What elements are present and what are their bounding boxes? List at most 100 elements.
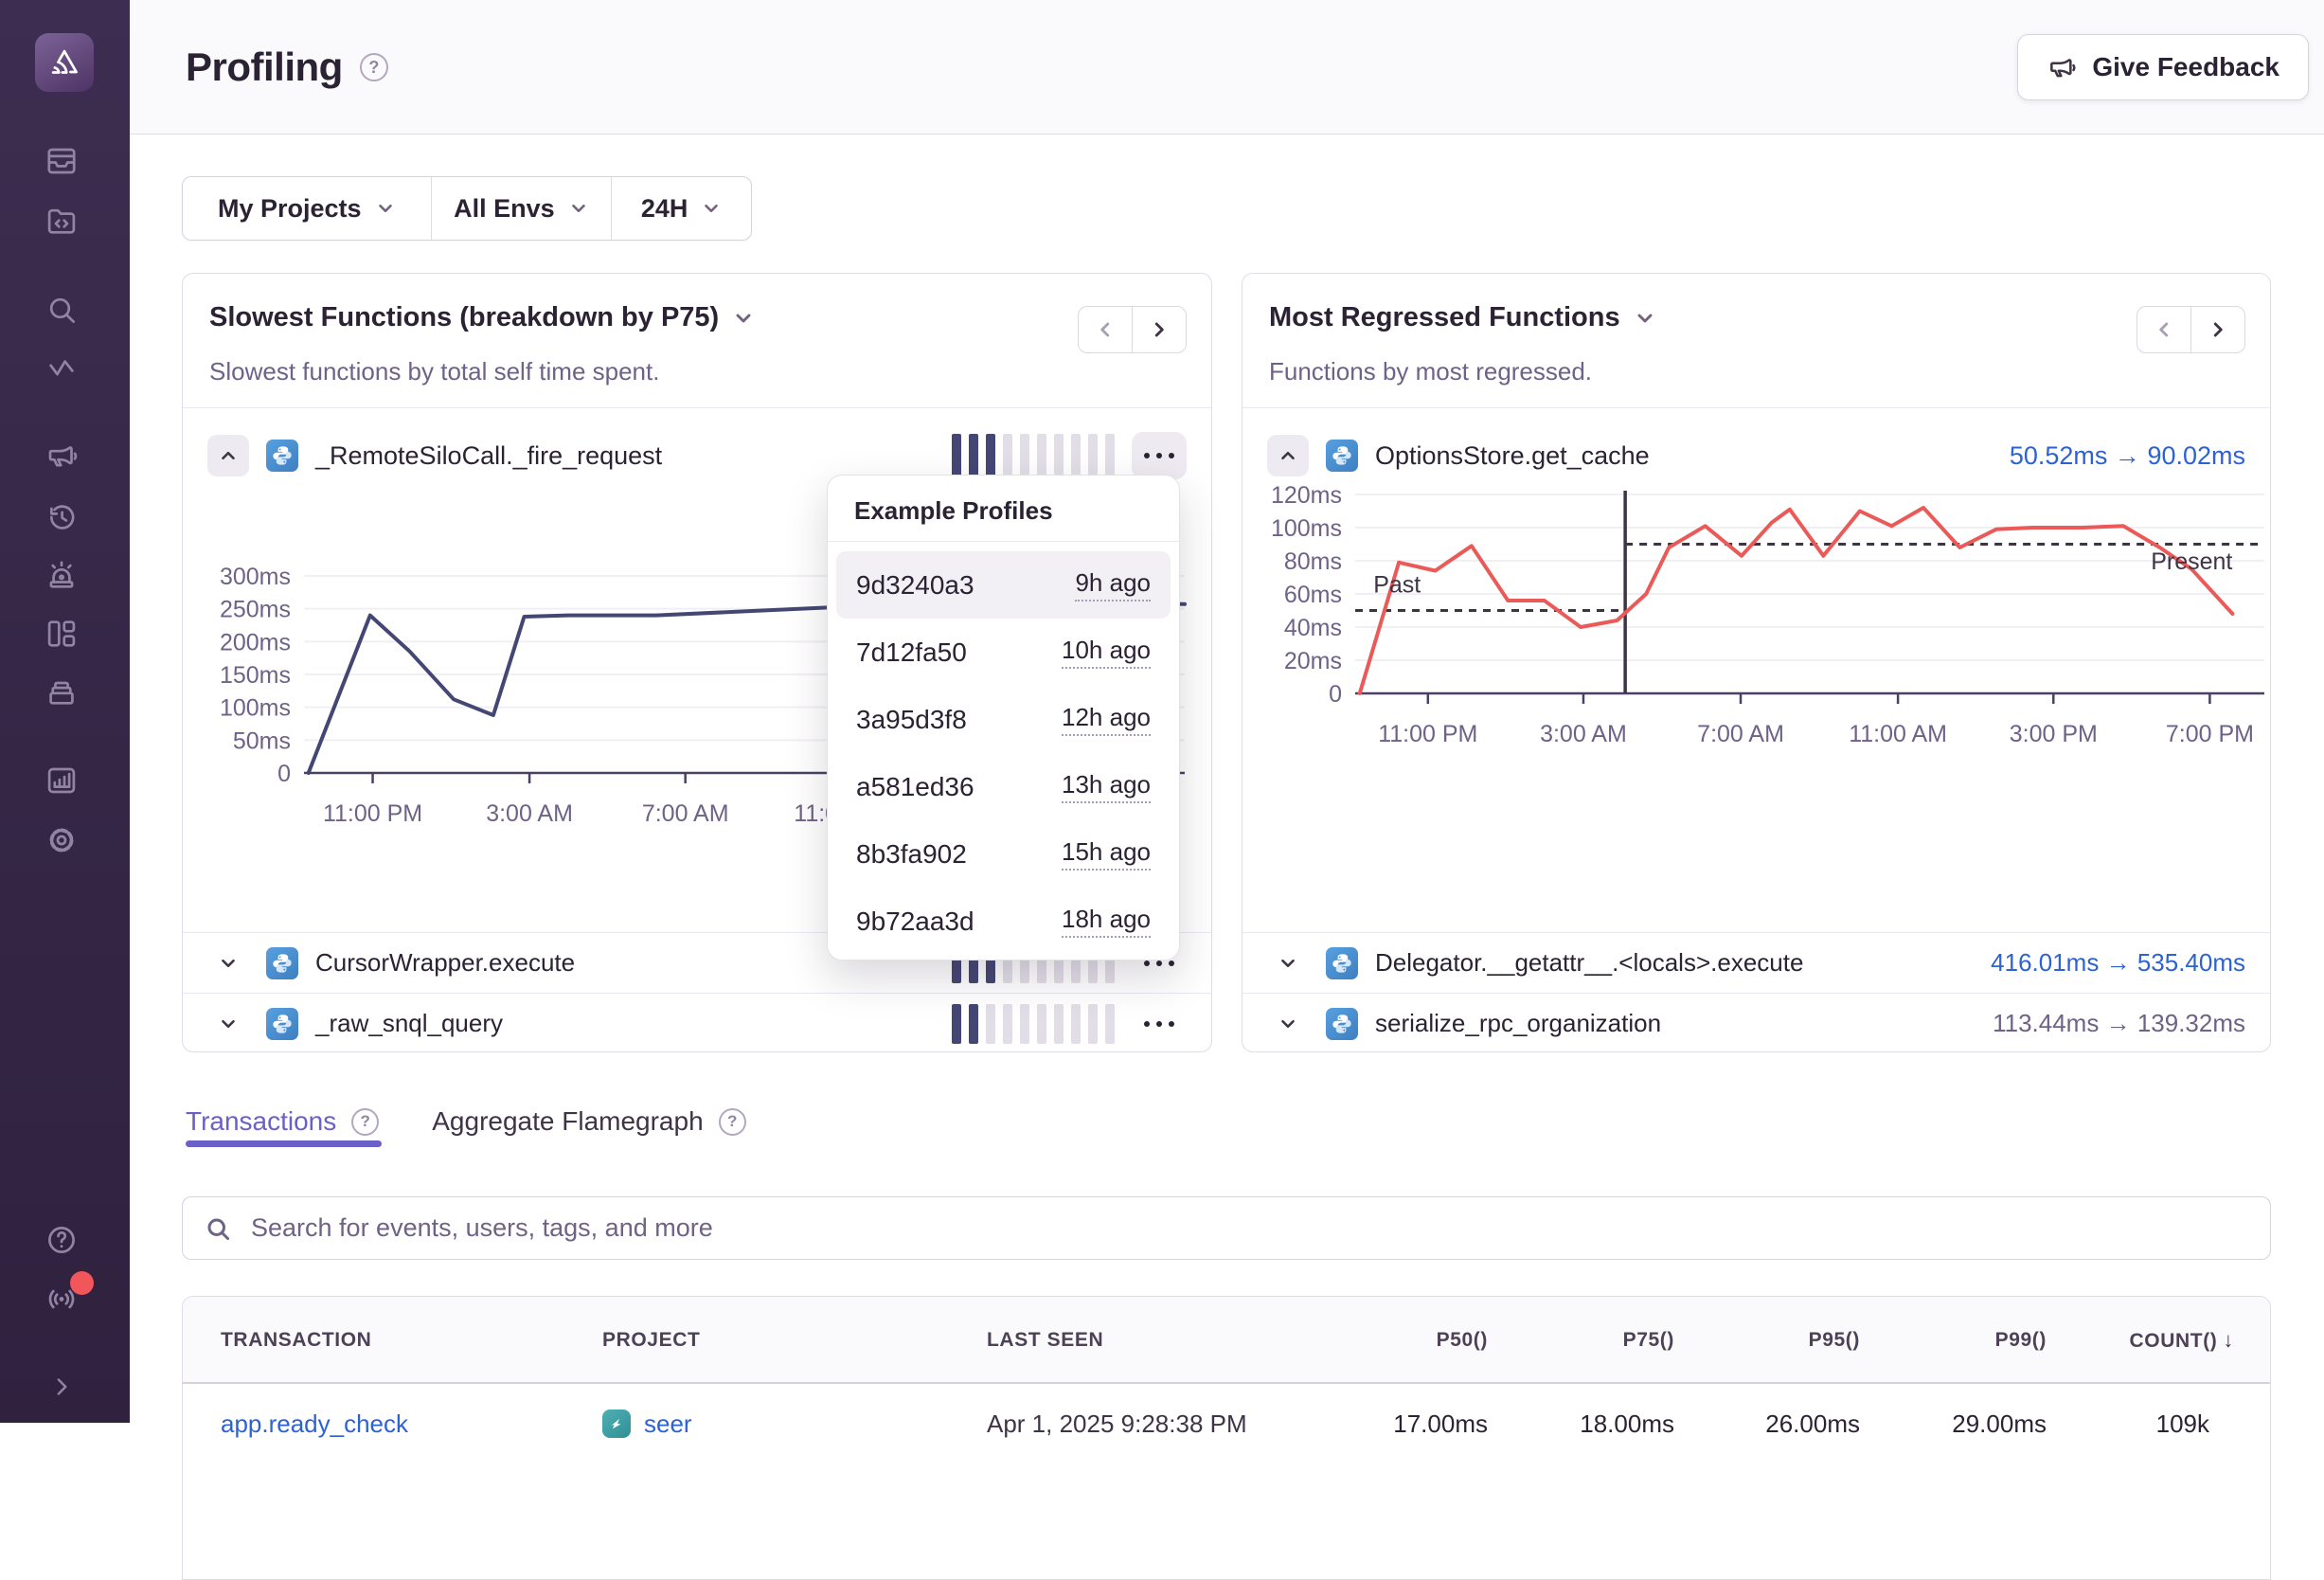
profile-list-item[interactable]: 7d12fa50 10h ago xyxy=(836,619,1171,686)
column-header-p75[interactable]: P75() xyxy=(1504,1297,1674,1384)
column-header-last-seen[interactable]: LAST SEEN xyxy=(987,1297,1103,1384)
column-header-transaction[interactable]: TRANSACTION xyxy=(221,1297,371,1384)
svg-text:11:00 PM: 11:00 PM xyxy=(1378,721,1477,747)
svg-text:200ms: 200ms xyxy=(221,629,291,655)
svg-text:300ms: 300ms xyxy=(221,564,291,590)
most-regressed-title-dropdown[interactable]: Most Regressed Functions xyxy=(1269,302,1656,333)
regression-values[interactable]: 416.01ms → 535.40ms xyxy=(1991,948,2245,978)
profile-age[interactable]: 9h ago xyxy=(1075,568,1151,601)
project-filter-dropdown[interactable]: My Projects xyxy=(183,177,431,240)
profile-age[interactable]: 13h ago xyxy=(1062,770,1151,803)
panel-title-label: Slowest Functions (breakdown by P75) xyxy=(209,302,719,333)
panel-header: Slowest Functions (breakdown by P75) Slo… xyxy=(183,274,1211,408)
profile-list-item[interactable]: 8b3fa902 15h ago xyxy=(836,820,1171,888)
profile-id-link[interactable]: 8b3fa902 xyxy=(856,839,967,870)
expand-row-button[interactable] xyxy=(207,943,249,984)
sidebar-item-feedback[interactable] xyxy=(41,435,82,476)
sidebar-item-alerts[interactable] xyxy=(41,554,82,596)
date-range-filter-label: 24H xyxy=(641,194,688,224)
svg-text:50ms: 50ms xyxy=(233,727,291,754)
panel-pagination xyxy=(1078,306,1187,353)
slowest-functions-title-dropdown[interactable]: Slowest Functions (breakdown by P75) xyxy=(209,302,755,333)
function-name-link[interactable]: _raw_snql_query xyxy=(315,1009,503,1038)
expand-row-button[interactable] xyxy=(1267,943,1309,984)
svg-text:40ms: 40ms xyxy=(1284,615,1342,641)
svg-text:11:00 AM: 11:00 AM xyxy=(1849,721,1947,747)
profile-age[interactable]: 18h ago xyxy=(1062,905,1151,938)
table-header: TRANSACTION PROJECT LAST SEEN P50() P75(… xyxy=(183,1297,2270,1384)
panel-header: Most Regressed Functions Functions by mo… xyxy=(1242,274,2270,408)
chevron-down-icon xyxy=(701,198,722,219)
sidebar-item-dashboards[interactable] xyxy=(41,613,82,655)
date-range-filter-dropdown[interactable]: 24H xyxy=(611,177,751,240)
chevron-down-icon xyxy=(218,1014,239,1034)
function-sparkbar xyxy=(952,1004,1115,1044)
profile-list-item[interactable]: a581ed36 13h ago xyxy=(836,753,1171,820)
sidebar-collapse-toggle[interactable] xyxy=(41,1366,82,1408)
function-name-link[interactable]: Delegator.__getattr__.<locals>.execute xyxy=(1375,948,1803,978)
transactions-help-icon[interactable]: ? xyxy=(351,1108,379,1136)
profile-id-link[interactable]: a581ed36 xyxy=(856,772,974,802)
sidebar-item-replays[interactable] xyxy=(41,496,82,538)
sidebar-item-releases[interactable] xyxy=(41,671,82,712)
sidebar-item-search[interactable] xyxy=(41,289,82,331)
arrow-glyph: → xyxy=(2106,1009,2131,1037)
last-seen-cell: Apr 1, 2025 9:28:38 PM xyxy=(987,1384,1247,1463)
column-header-p99[interactable]: P99() xyxy=(1876,1297,2047,1384)
transaction-link[interactable]: app.ready_check xyxy=(221,1384,408,1463)
svg-text:80ms: 80ms xyxy=(1284,548,1342,575)
profile-age[interactable]: 12h ago xyxy=(1062,703,1151,736)
tab-aggregate-flamegraph[interactable]: Aggregate Flamegraph ? xyxy=(432,1106,745,1137)
after-value: 139.32ms xyxy=(2137,1009,2245,1037)
transactions-table: TRANSACTION PROJECT LAST SEEN P50() P75(… xyxy=(182,1296,2271,1580)
function-name-link[interactable]: serialize_rpc_organization xyxy=(1375,1009,1661,1038)
column-header-p50[interactable]: P50() xyxy=(1317,1297,1488,1384)
sentry-logo[interactable] xyxy=(35,33,94,92)
row-menu-button[interactable] xyxy=(1132,1000,1187,1048)
profile-id-link[interactable]: 9d3240a3 xyxy=(856,570,974,601)
function-name-link[interactable]: CursorWrapper.execute xyxy=(315,948,575,978)
svg-text:100ms: 100ms xyxy=(221,695,291,722)
chevron-down-icon xyxy=(1634,307,1656,330)
column-header-p95[interactable]: P95() xyxy=(1689,1297,1860,1384)
environment-filter-dropdown[interactable]: All Envs xyxy=(431,177,612,240)
page-title-help-icon[interactable]: ? xyxy=(360,53,388,81)
expand-row-button[interactable] xyxy=(1267,1003,1309,1045)
page-title: Profiling xyxy=(186,45,343,90)
profile-id-link[interactable]: 9b72aa3d xyxy=(856,907,974,937)
next-page-button[interactable] xyxy=(2190,306,2245,353)
prev-page-button[interactable] xyxy=(1078,306,1133,353)
sidebar-item-issues[interactable] xyxy=(41,140,82,182)
collapse-row-button[interactable] xyxy=(207,435,249,476)
sidebar-item-projects[interactable] xyxy=(41,200,82,242)
project-link[interactable]: seer xyxy=(644,1384,692,1463)
function-name-link[interactable]: _RemoteSiloCall._fire_request xyxy=(315,441,662,471)
sidebar-item-settings[interactable] xyxy=(41,819,82,861)
sidebar-item-help[interactable] xyxy=(41,1219,82,1261)
profile-age[interactable]: 15h ago xyxy=(1062,837,1151,871)
table-row[interactable]: app.ready_check seer Apr 1, 2025 9:28:38… xyxy=(183,1384,2270,1463)
svg-text:20ms: 20ms xyxy=(1284,648,1342,674)
give-feedback-button[interactable]: Give Feedback xyxy=(2017,34,2309,100)
search-input[interactable] xyxy=(251,1213,2249,1243)
row-menu-button[interactable] xyxy=(1132,432,1187,479)
profile-age[interactable]: 10h ago xyxy=(1062,636,1151,669)
column-header-project[interactable]: PROJECT xyxy=(602,1297,700,1384)
profile-list-item[interactable]: 3a95d3f8 12h ago xyxy=(836,686,1171,753)
expand-row-button[interactable] xyxy=(207,1003,249,1045)
prev-page-button[interactable] xyxy=(2136,306,2191,353)
sidebar-item-stats[interactable] xyxy=(41,760,82,801)
tab-transactions[interactable]: Transactions ? xyxy=(186,1106,379,1137)
svg-text:7:00 AM: 7:00 AM xyxy=(1697,721,1784,747)
regression-values: 113.44ms → 139.32ms xyxy=(1993,1009,2245,1038)
sidebar-item-traces[interactable] xyxy=(41,349,82,390)
projects-icon xyxy=(45,204,79,238)
flamegraph-help-icon[interactable]: ? xyxy=(719,1108,746,1136)
profile-id-link[interactable]: 3a95d3f8 xyxy=(856,705,967,735)
profile-list-item[interactable]: 9d3240a3 9h ago xyxy=(836,551,1171,619)
column-header-count[interactable]: COUNT()↓ xyxy=(2029,1297,2234,1384)
siren-icon xyxy=(45,558,79,592)
profile-list-item[interactable]: 9b72aa3d 18h ago xyxy=(836,888,1171,955)
profile-id-link[interactable]: 7d12fa50 xyxy=(856,637,967,668)
next-page-button[interactable] xyxy=(1132,306,1187,353)
